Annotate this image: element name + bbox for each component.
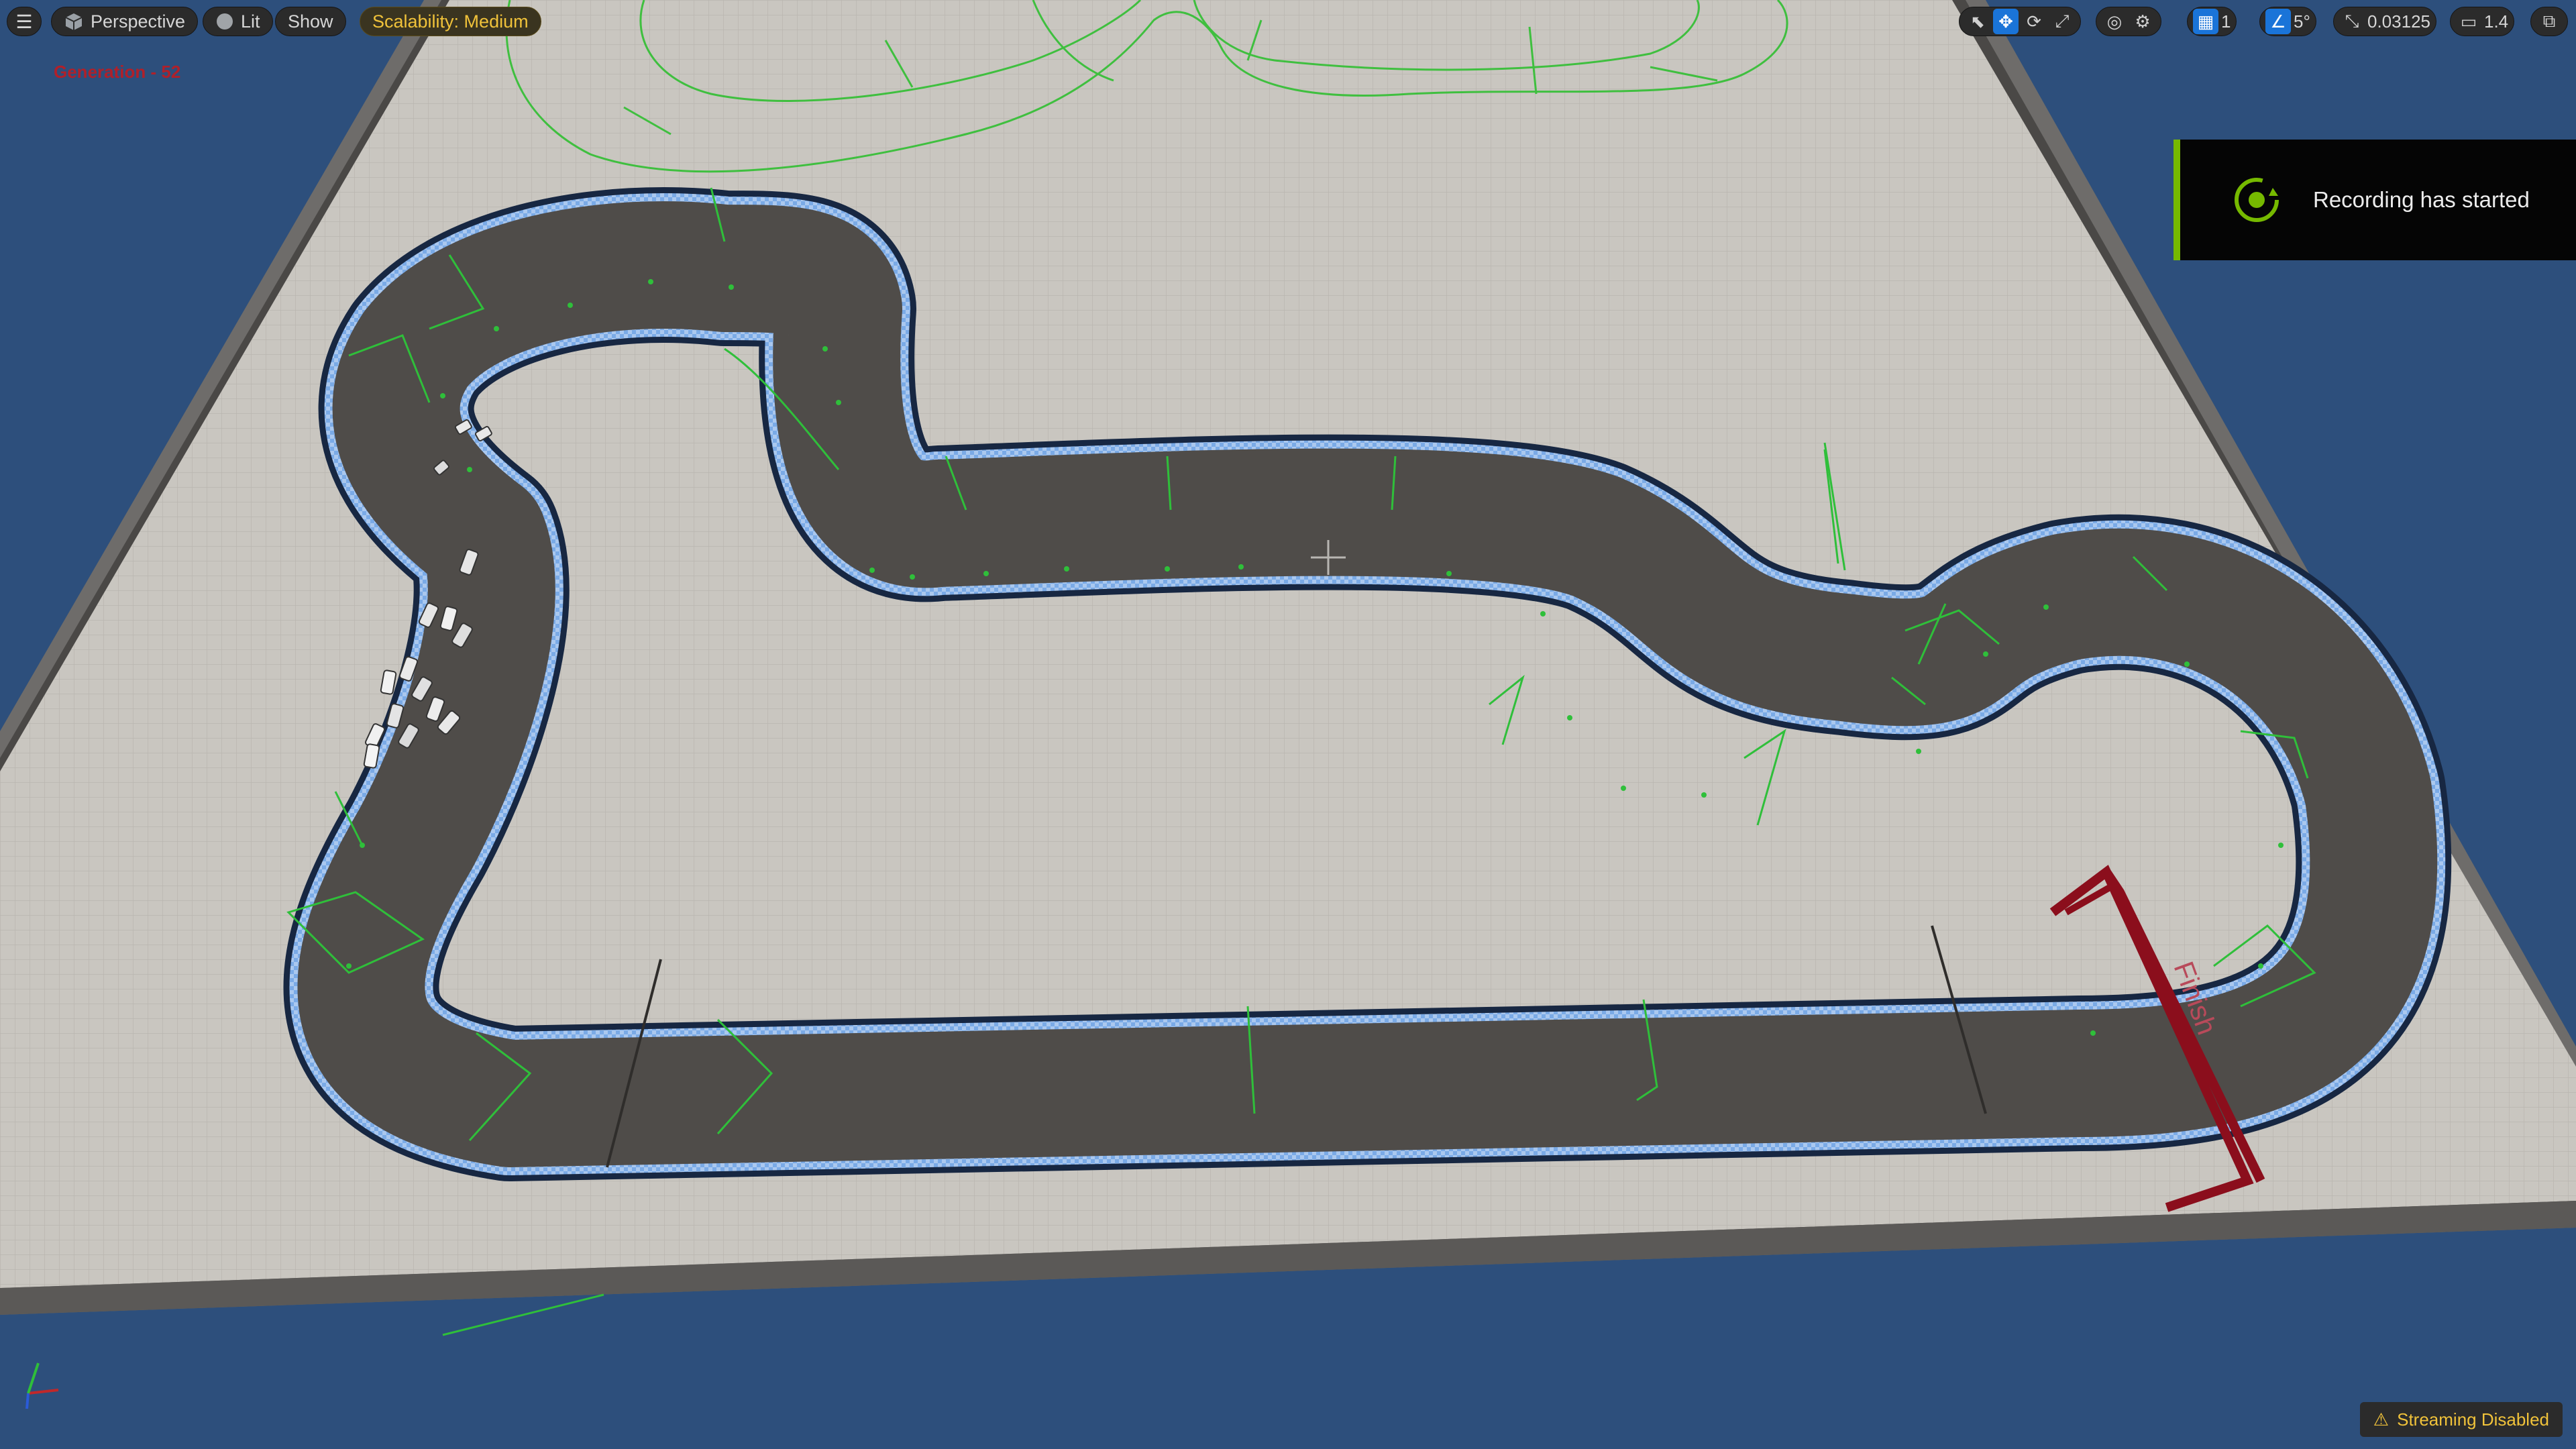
- viewport-crosshair-icon: [1311, 540, 1346, 575]
- rotation-snap-icon[interactable]: ∠: [2265, 9, 2291, 34]
- translate-tool-icon[interactable]: ✥: [1993, 9, 2019, 34]
- show-label: Show: [288, 11, 333, 32]
- camera-speed-group: ▭ 1.4: [2450, 7, 2515, 36]
- streaming-label: Streaming Disabled: [2397, 1409, 2549, 1430]
- show-button[interactable]: Show: [275, 7, 346, 36]
- scalability-button[interactable]: Scalability: Medium: [360, 7, 541, 36]
- scale-snap-icon[interactable]: ⤡: [2339, 9, 2365, 34]
- grid-snap-icon[interactable]: ▦: [2193, 9, 2218, 34]
- lit-label: Lit: [241, 11, 260, 32]
- scale-snap-value[interactable]: 0.03125: [2367, 11, 2430, 32]
- camera-speed-value[interactable]: 1.4: [2484, 11, 2508, 32]
- transform-tools-group: ⬉ ✥ ⟳ ⤢: [1959, 7, 2081, 36]
- viewport-menu-button[interactable]: ☰: [7, 7, 42, 36]
- axis-gizmo-icon: [25, 1362, 59, 1409]
- streaming-status-badge[interactable]: ⚠ Streaming Disabled: [2359, 1402, 2563, 1437]
- warning-icon: ⚠: [2373, 1409, 2390, 1430]
- select-pointer-icon[interactable]: ⬉: [1965, 9, 1990, 34]
- lit-sphere-icon: [217, 13, 233, 30]
- hamburger-icon: ☰: [15, 11, 33, 32]
- recording-notification: Recording has started: [2174, 140, 2576, 260]
- maximize-icon: ⧉: [2542, 11, 2556, 31]
- perspective-cube-icon: [65, 13, 83, 30]
- rotation-snap-value[interactable]: 5°: [2294, 11, 2310, 32]
- surface-snap-icon[interactable]: ⚙: [2130, 9, 2155, 34]
- world-coordinates-icon[interactable]: ◎: [2102, 9, 2127, 34]
- camera-speed-icon[interactable]: ▭: [2456, 9, 2481, 34]
- maximize-viewport-button[interactable]: ⧉: [2530, 7, 2568, 36]
- perspective-button[interactable]: Perspective: [51, 7, 199, 36]
- coordinate-tools-group: ◎ ⚙: [2096, 7, 2161, 36]
- scale-tool-icon[interactable]: ⤢: [2049, 9, 2075, 34]
- recording-icon: [2235, 178, 2279, 222]
- camera-gizmo-line: [442, 1293, 604, 1336]
- grid-snap-group: ▦ 1: [2187, 7, 2237, 36]
- perspective-label: Perspective: [91, 11, 186, 32]
- generation-counter: Generation - 52: [54, 62, 181, 82]
- recording-label: Recording has started: [2313, 187, 2530, 212]
- lit-mode-button[interactable]: Lit: [203, 7, 273, 36]
- scalability-label: Scalability: Medium: [372, 11, 529, 32]
- rotate-tool-icon[interactable]: ⟳: [2021, 9, 2047, 34]
- rotation-snap-group: ∠ 5°: [2259, 7, 2316, 36]
- scale-snap-group: ⤡ 0.03125: [2333, 7, 2436, 36]
- grid-snap-value[interactable]: 1: [2221, 11, 2231, 32]
